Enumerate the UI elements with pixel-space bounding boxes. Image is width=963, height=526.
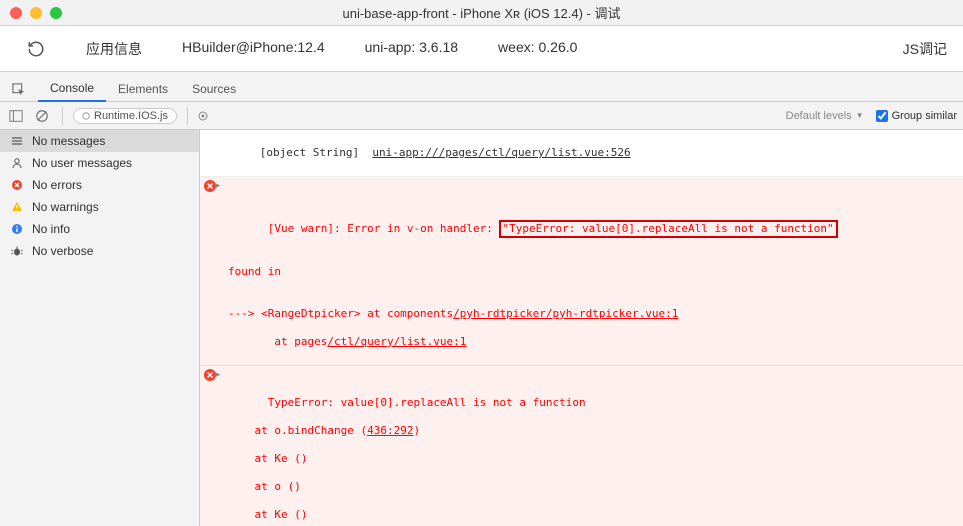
sidebar-item-label: No verbose	[32, 244, 93, 258]
maximize-window-button[interactable]	[50, 7, 62, 19]
stack-text: )	[413, 424, 420, 437]
close-window-button[interactable]	[10, 7, 22, 19]
sidebar-item-label: No user messages	[32, 156, 132, 170]
app-topbar: 应用信息 HBuilder@iPhone:12.4 uni-app: 3.6.1…	[0, 26, 963, 72]
context-dot-icon	[82, 112, 90, 120]
sidebar-item-label: No warnings	[32, 200, 99, 214]
sidebar-item-user-messages[interactable]: No user messages	[0, 152, 199, 174]
error-text: TypeError: value[0].replaceAll is not a …	[268, 396, 586, 409]
live-expression-icon[interactable]	[198, 111, 208, 121]
console-error-row[interactable]: ▶ TypeError: value[0].replaceAll is not a…	[200, 366, 963, 526]
error-icon	[10, 178, 24, 192]
reload-icon	[27, 40, 45, 58]
clear-console-button[interactable]	[32, 106, 52, 126]
inspect-element-button[interactable]	[8, 79, 30, 101]
log-text: [object String]	[260, 146, 373, 159]
console-output[interactable]: [object String] uni-app:///pages/ctl/que…	[200, 130, 963, 526]
reload-button[interactable]	[16, 40, 56, 58]
divider	[62, 107, 63, 125]
stack-text: at Ke ()	[228, 508, 307, 521]
sidebar-toggle-icon	[9, 109, 23, 123]
group-similar-checkbox[interactable]	[876, 110, 888, 122]
topbar-item-weex[interactable]: weex: 0.26.0	[498, 39, 577, 59]
console-filter-input[interactable]	[214, 106, 454, 126]
topbar-item-device[interactable]: HBuilder@iPhone:12.4	[182, 39, 325, 59]
minimize-window-button[interactable]	[30, 7, 42, 19]
sidebar-item-label: No info	[32, 222, 70, 236]
stack-text: ---> <RangeDtpicker> at components	[228, 307, 453, 320]
window-title: uni-base-app-front - iPhone Xʀ (iOS 12.4…	[8, 3, 955, 22]
source-link[interactable]: uni-app:///pages/ctl/query/list.vue:526	[372, 146, 630, 159]
source-link[interactable]: /ctl/query/list.vue:1	[327, 335, 466, 348]
expand-toggle[interactable]: ▶	[215, 368, 220, 382]
annotation-highlight: "TypeError: value[0].replaceAll is not a…	[499, 220, 838, 238]
error-quoted: "TypeError: value[0].replaceAll is not a…	[503, 222, 834, 235]
stack-text: at o ()	[228, 480, 301, 493]
sidebar-item-verbose[interactable]: No verbose	[0, 240, 199, 262]
stack-text: at o.bindChange (	[228, 424, 367, 437]
menu-icon	[10, 134, 24, 148]
tab-sources[interactable]: Sources	[180, 76, 248, 101]
sidebar-item-warnings[interactable]: No warnings	[0, 196, 199, 218]
topbar-item-appinfo[interactable]: 应用信息	[86, 39, 142, 59]
stack-text: at pages	[228, 335, 327, 348]
log-level-selector[interactable]: Default levels ▼	[786, 110, 870, 122]
sidebar-item-label: No messages	[32, 134, 105, 148]
expand-toggle[interactable]: ▶	[215, 179, 220, 193]
devtools-tabs: Console Elements Sources	[0, 72, 963, 102]
clear-icon	[35, 109, 49, 123]
divider	[187, 107, 188, 125]
user-icon	[10, 156, 24, 170]
inspect-icon	[12, 83, 26, 97]
topbar-item-uniapp[interactable]: uni-app: 3.6.18	[365, 39, 458, 59]
console-toolbar: Runtime.IOS.js Default levels ▼ Group si…	[0, 102, 963, 130]
source-link[interactable]: /pyh-rdtpicker/pyh-rdtpicker.vue:1	[453, 307, 678, 320]
source-link[interactable]: 436:292	[367, 424, 413, 437]
console-error-row[interactable]: ▶ [Vue warn]: Error in v-on handler: "Ty…	[200, 177, 963, 366]
stack-text: at Ke ()	[228, 452, 307, 465]
sidebar-item-messages[interactable]: No messages	[0, 130, 199, 152]
info-icon	[10, 222, 24, 236]
warn-icon	[10, 200, 24, 214]
tab-console[interactable]: Console	[38, 75, 106, 102]
tab-elements[interactable]: Elements	[106, 76, 180, 101]
execution-context-label: Runtime.IOS.js	[94, 110, 168, 122]
execution-context-selector[interactable]: Runtime.IOS.js	[73, 108, 177, 124]
chevron-down-icon: ▼	[856, 111, 864, 120]
sidebar-item-label: No errors	[32, 178, 82, 192]
toggle-sidebar-button[interactable]	[6, 106, 26, 126]
bug-icon	[10, 244, 24, 258]
window-titlebar: uni-base-app-front - iPhone Xʀ (iOS 12.4…	[0, 0, 963, 26]
sidebar-item-errors[interactable]: No errors	[0, 174, 199, 196]
group-similar-label: Group similar	[892, 110, 957, 122]
error-text: found in	[228, 265, 281, 278]
console-sidebar: No messages No user messages No errors N…	[0, 130, 200, 526]
console-log-row[interactable]: [object String] uni-app:///pages/ctl/que…	[200, 130, 963, 177]
topbar-right-label[interactable]: JS调记	[903, 39, 947, 59]
group-similar-toggle[interactable]: Group similar	[876, 110, 957, 122]
traffic-lights	[10, 7, 62, 19]
error-text: [Vue warn]: Error in v-on handler:	[268, 222, 500, 235]
log-level-label: Default levels	[786, 110, 852, 122]
sidebar-item-info[interactable]: No info	[0, 218, 199, 240]
